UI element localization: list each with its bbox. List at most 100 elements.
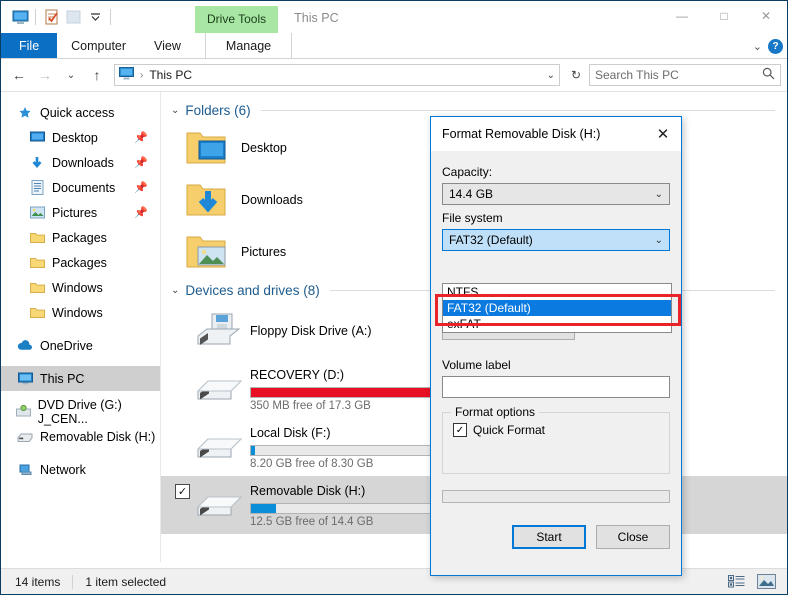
pin-icon[interactable]: 📌 <box>134 181 148 194</box>
onedrive-icon <box>15 340 35 351</box>
sidebar-item-pictures[interactable]: Pictures 📌 <box>1 200 160 225</box>
contextual-tab-drive-tools[interactable]: Drive Tools <box>195 6 279 33</box>
dialog-title: Format Removable Disk (H:) <box>442 127 601 141</box>
drive-name: Local Disk (F:) <box>250 425 331 440</box>
capacity-bar <box>250 502 442 514</box>
new-folder-icon[interactable] <box>62 6 84 28</box>
customize-dropdown-icon[interactable] <box>84 6 106 28</box>
recent-locations-button[interactable]: ⌄ <box>59 63 83 87</box>
chevron-down-icon[interactable]: ⌄ <box>547 70 555 81</box>
search-box[interactable] <box>589 64 781 86</box>
capacity-label: Capacity: <box>442 165 493 179</box>
breadcrumb-this-pc[interactable]: This PC <box>149 68 192 82</box>
search-icon[interactable] <box>762 67 775 83</box>
removable-disk-icon <box>15 431 35 442</box>
tab-file[interactable]: File <box>1 33 58 58</box>
sidebar-item-packages-1[interactable]: Packages <box>1 225 160 250</box>
large-icons-view-icon[interactable] <box>755 573 777 591</box>
drive-info: Removable Disk (H:) 12.5 GB free of 14.4… <box>250 483 442 528</box>
drive-name: Floppy Disk Drive (A:) <box>250 323 372 338</box>
address-path-box[interactable]: › This PC ⌄ <box>114 64 560 86</box>
sidebar-item-label: OneDrive <box>40 338 93 353</box>
folder-name: Downloads <box>241 193 303 207</box>
group-header-label: Devices and drives (8) <box>185 282 320 298</box>
filesystem-dropdown-list[interactable]: NTFS FAT32 (Default) exFAT <box>442 283 672 333</box>
close-icon[interactable]: ✕ <box>645 117 681 151</box>
sidebar-item-label: Windows <box>52 280 103 295</box>
sidebar-item-documents[interactable]: Documents 📌 <box>1 175 160 200</box>
this-pc-icon[interactable] <box>9 6 31 28</box>
dropdown-option-exfat[interactable]: exFAT <box>443 316 671 332</box>
sidebar-item-quick-access[interactable]: Quick access <box>1 100 160 125</box>
capacity-bar <box>250 444 442 456</box>
sidebar-item-dvd-drive[interactable]: DVD Drive (G:) J_CEN... <box>1 398 160 426</box>
search-input[interactable] <box>595 68 775 82</box>
sidebar-item-packages-2[interactable]: Packages <box>1 250 160 275</box>
row-checkbox[interactable] <box>175 310 190 325</box>
dvd-drive-icon <box>15 405 33 418</box>
folder-name: Pictures <box>241 245 287 259</box>
sidebar-item-desktop[interactable]: Desktop 📌 <box>1 125 160 150</box>
tab-manage[interactable]: Manage <box>204 33 293 58</box>
address-bar: ← → ⌄ ↑ › This PC ⌄ ↻ <box>1 59 787 91</box>
pin-icon[interactable]: 📌 <box>134 131 148 144</box>
nav-gap-4 <box>1 449 160 457</box>
sidebar-item-downloads[interactable]: Downloads 📌 <box>1 150 160 175</box>
format-options-group: Format options ✓ Quick Format <box>442 405 670 474</box>
help-icon[interactable]: ? <box>768 38 783 54</box>
pin-icon[interactable]: 📌 <box>134 206 148 219</box>
sidebar-item-windows-2[interactable]: Windows <box>1 300 160 325</box>
back-button[interactable]: ← <box>7 63 31 87</box>
group-header-label: Folders (6) <box>185 102 251 118</box>
maximize-button[interactable]: □ <box>703 1 745 31</box>
volume-label-input[interactable] <box>442 376 670 398</box>
pin-icon[interactable]: 📌 <box>134 156 148 169</box>
filesystem-select[interactable]: FAT32 (Default) ⌄ <box>442 229 670 251</box>
sidebar-item-removable-disk[interactable]: Removable Disk (H:) <box>1 424 160 449</box>
hard-drive-icon <box>194 374 246 404</box>
start-button[interactable]: Start <box>512 525 586 549</box>
chevron-down-icon[interactable]: ⌄ <box>655 235 663 246</box>
row-checkbox[interactable] <box>175 368 190 383</box>
sidebar-item-onedrive[interactable]: OneDrive <box>1 333 160 358</box>
sidebar-item-network[interactable]: Network <box>1 457 160 482</box>
properties-icon[interactable] <box>40 6 62 28</box>
row-checkbox[interactable]: ✓ <box>175 484 190 499</box>
capacity-fill <box>251 445 255 455</box>
sidebar-item-label: This PC <box>40 371 85 386</box>
up-button[interactable]: ↑ <box>85 63 109 87</box>
filesystem-value: FAT32 (Default) <box>449 233 533 247</box>
this-pc-icon <box>15 372 35 385</box>
breadcrumb-separator: › <box>140 69 144 81</box>
capacity-select[interactable]: 14.4 GB ⌄ <box>442 183 670 205</box>
network-icon <box>15 463 35 476</box>
row-checkbox[interactable] <box>175 426 190 441</box>
folder-icon <box>27 231 47 244</box>
forward-button[interactable]: → <box>33 63 57 87</box>
dropdown-option-fat32[interactable]: FAT32 (Default) <box>443 300 671 316</box>
chevron-down-icon[interactable]: ⌄ <box>171 285 179 296</box>
details-view-icon[interactable] <box>725 573 747 591</box>
title-bar: Drive Tools This PC — □ ✕ <box>1 1 787 33</box>
checkbox-box[interactable]: ✓ <box>453 423 467 437</box>
toolbar-divider-1 <box>35 9 36 25</box>
close-button[interactable]: ✕ <box>745 1 787 31</box>
close-dialog-button[interactable]: Close <box>596 525 670 549</box>
status-selection: 1 item selected <box>85 574 167 589</box>
sidebar-item-this-pc[interactable]: This PC <box>1 366 160 391</box>
chevron-down-icon[interactable]: ⌄ <box>171 105 179 116</box>
refresh-button[interactable]: ↻ <box>565 64 587 86</box>
minimize-button[interactable]: — <box>661 1 703 31</box>
folder-name: Desktop <box>241 141 287 155</box>
hard-drive-icon <box>194 432 246 462</box>
collapse-ribbon-icon[interactable]: ⌄ <box>753 40 762 53</box>
dialog-body: Capacity: 14.4 GB ⌄ File system FAT32 (D… <box>431 151 681 549</box>
dropdown-option-ntfs[interactable]: NTFS <box>443 284 671 300</box>
tab-view[interactable]: View <box>140 33 195 58</box>
chevron-down-icon[interactable]: ⌄ <box>655 189 663 200</box>
sidebar-item-windows-1[interactable]: Windows <box>1 275 160 300</box>
sidebar-item-label: Packages <box>52 255 107 270</box>
tab-computer[interactable]: Computer <box>57 33 140 58</box>
dialog-title-bar: Format Removable Disk (H:) ✕ <box>431 117 681 151</box>
quick-format-checkbox[interactable]: ✓ Quick Format <box>453 423 659 437</box>
